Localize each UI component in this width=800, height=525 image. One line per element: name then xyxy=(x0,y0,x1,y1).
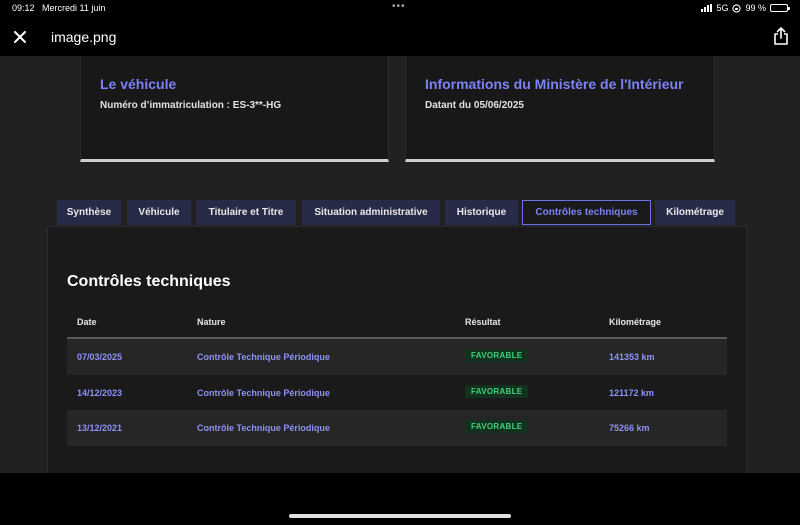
ministry-info-card: Informations du Ministère de l'Intérieur… xyxy=(405,56,715,162)
column-header-mileage: Kilométrage xyxy=(609,317,662,327)
cell-nature: Contrôle Technique Périodique xyxy=(197,423,330,433)
tab-kilometrage[interactable]: Kilométrage xyxy=(655,200,735,225)
share-icon[interactable] xyxy=(772,26,790,46)
vehicle-card: Le véhicule Numéro d’immatriculation : E… xyxy=(80,56,389,162)
table-row: 13/12/2021 Contrôle Technique Périodique… xyxy=(67,410,727,446)
tab-titulaire[interactable]: Titulaire et Titre xyxy=(196,200,296,225)
cell-date: 14/12/2023 xyxy=(77,387,123,398)
tab-controles-techniques[interactable]: Contrôles techniques xyxy=(522,200,651,225)
tab-label: Contrôles techniques xyxy=(535,207,638,218)
tab-label: Véhicule xyxy=(138,207,180,218)
result-badge: FAVORABLE xyxy=(465,420,529,433)
multitask-dots-icon[interactable]: ••• xyxy=(392,1,406,12)
cell-mileage: 141353 km xyxy=(609,352,655,362)
cell-date: 07/03/2025 xyxy=(77,352,123,362)
signal-icon xyxy=(701,4,713,12)
tab-synthese[interactable]: Synthèse xyxy=(57,200,121,225)
battery-percent: 99 % xyxy=(745,3,766,13)
tab-label: Synthèse xyxy=(66,207,112,218)
tab-label: Titulaire et Titre xyxy=(208,207,284,218)
column-header-date: Date xyxy=(77,317,97,327)
tab-vehicule[interactable]: Véhicule xyxy=(127,200,191,225)
result-badge: FAVORABLE xyxy=(465,349,529,362)
table-header: Date Nature Résultat Kilométrage xyxy=(67,305,727,339)
ministry-card-title: Informations du Ministère de l'Intérieur xyxy=(425,76,684,92)
cell-mileage: 121172 km xyxy=(609,387,655,398)
tab-historique[interactable]: Historique xyxy=(445,200,518,225)
file-name: image.png xyxy=(51,29,117,45)
table-row: 14/12/2023 Contrôle Technique Périodique… xyxy=(67,375,727,411)
cell-date: 13/12/2021 xyxy=(77,423,123,433)
result-badge: FAVORABLE xyxy=(465,384,529,398)
battery-icon xyxy=(770,4,790,12)
tab-panel: Contrôles techniques Date Nature Résulta… xyxy=(47,226,747,473)
close-icon[interactable] xyxy=(10,27,30,47)
column-header-nature: Nature xyxy=(197,317,226,327)
status-bar: 09:12 Mercredi 11 juin ••• 5G 99 % xyxy=(0,0,800,18)
screen: 09:12 Mercredi 11 juin ••• 5G 99 % image… xyxy=(0,0,800,525)
column-header-result: Résultat xyxy=(465,317,501,327)
cell-mileage: 75266 km xyxy=(609,423,650,433)
rotation-lock-icon xyxy=(732,3,742,13)
tab-label: Historique xyxy=(456,207,507,218)
page-content: Le véhicule Numéro d’immatriculation : E… xyxy=(0,56,800,473)
inspections-table: Date Nature Résultat Kilométrage 07/03/2… xyxy=(67,305,727,446)
status-date: Mercredi 11 juin xyxy=(42,3,106,13)
status-indicators: 5G 99 % xyxy=(701,3,790,13)
tab-label: Situation administrative xyxy=(314,207,428,218)
ministry-card-date: Datant du 05/06/2025 xyxy=(425,100,524,111)
viewer-toolbar: image.png xyxy=(0,18,800,56)
registration-number: Numéro d’immatriculation : ES-3**-HG xyxy=(100,100,282,111)
home-indicator[interactable] xyxy=(289,514,511,518)
table-row: 07/03/2025 Contrôle Technique Périodique… xyxy=(67,339,727,375)
vehicle-card-title: Le véhicule xyxy=(100,76,177,92)
section-title: Contrôles techniques xyxy=(67,273,231,290)
tab-situation-administrative[interactable]: Situation administrative xyxy=(302,200,440,225)
cell-nature: Contrôle Technique Périodique xyxy=(197,387,330,398)
tab-label: Kilométrage xyxy=(666,207,724,218)
network-label: 5G xyxy=(716,3,729,13)
status-time: 09:12 xyxy=(12,3,35,13)
cell-nature: Contrôle Technique Périodique xyxy=(197,352,330,362)
